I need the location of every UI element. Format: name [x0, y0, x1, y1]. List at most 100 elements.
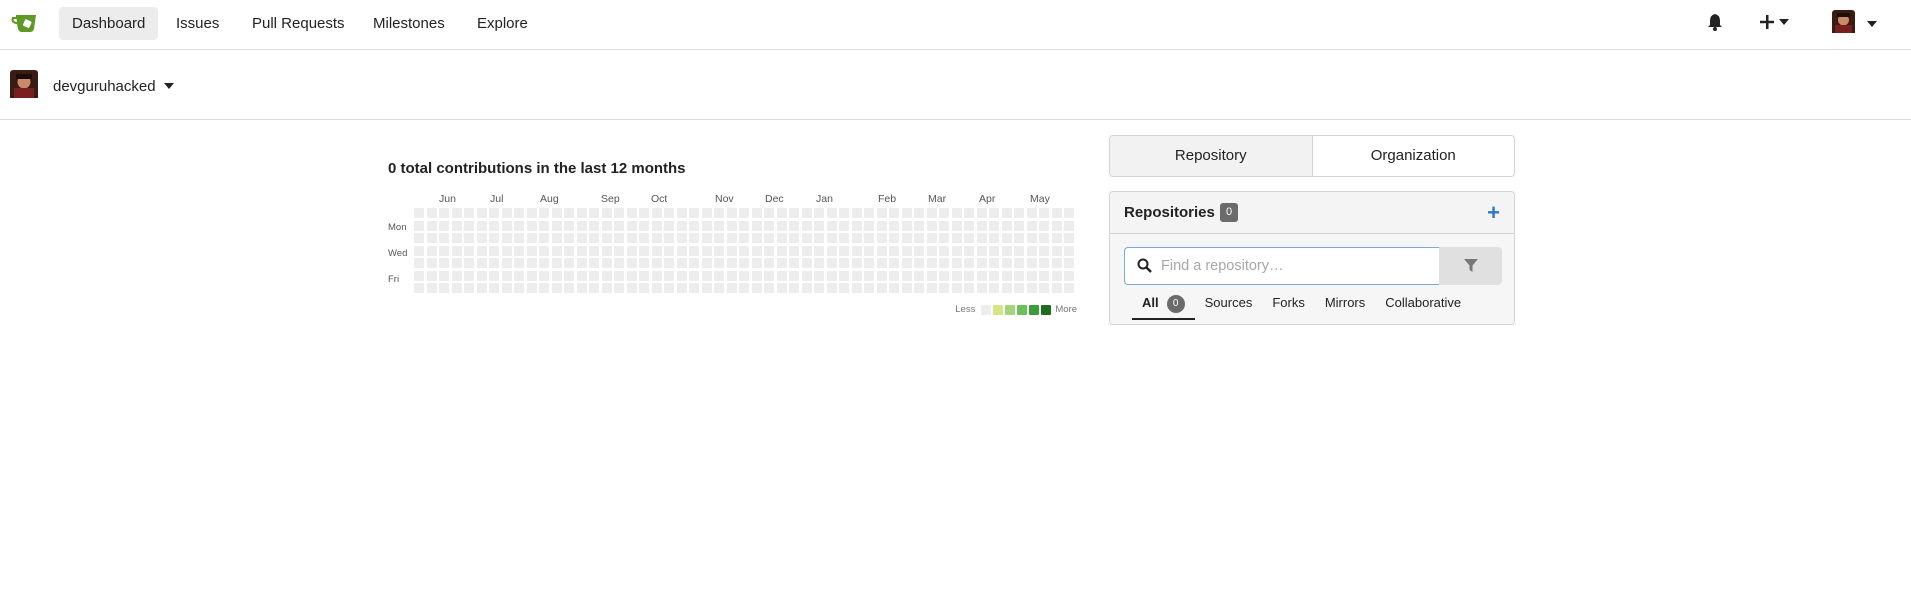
heatmap-cell	[1026, 258, 1037, 268]
heatmap-cell	[676, 270, 687, 281]
heatmap-cell	[501, 245, 512, 256]
heatmap-cell	[514, 245, 524, 256]
heatmap-cell	[689, 283, 699, 293]
heatmap-cell	[701, 245, 712, 256]
heatmap-cell	[764, 258, 774, 268]
heatmap-cell	[564, 270, 574, 281]
heatmap-cell	[489, 245, 499, 256]
heatmap-cell	[789, 245, 799, 256]
repo-filter-button[interactable]	[1439, 247, 1502, 285]
heatmap-cell	[939, 283, 949, 293]
tab-repository[interactable]: Repository	[1110, 136, 1313, 176]
heatmap-cell	[576, 245, 587, 256]
heatmap-cell	[926, 258, 937, 268]
heatmap-cell	[826, 208, 837, 218]
heatmap-cell	[939, 233, 949, 243]
heatmap-cell	[476, 208, 487, 218]
contribution-heatmap: Jun Jul Aug Sep Oct Nov Dec Jan Feb Mar …	[386, 190, 1081, 320]
heatmap-cell	[476, 258, 487, 268]
heatmap-cell	[726, 245, 737, 256]
repo-tab-sources[interactable]: Sources	[1195, 292, 1263, 320]
legend-less: Less	[955, 304, 976, 315]
nav-issues[interactable]: Issues	[163, 7, 232, 40]
heatmap-cell	[964, 208, 974, 218]
repositories-title: Repositories	[1124, 204, 1215, 221]
heatmap-cell	[939, 220, 949, 231]
nav-explore[interactable]: Explore	[464, 7, 541, 40]
repo-search-input[interactable]	[1161, 248, 1431, 284]
repo-tab-collaborative[interactable]: Collaborative	[1375, 292, 1471, 320]
heatmap-cell	[864, 258, 874, 268]
heatmap-cell	[726, 258, 737, 268]
avatar	[1832, 10, 1855, 37]
heatmap-cell	[489, 258, 499, 268]
context-user-switcher[interactable]: devguruhacked	[10, 70, 174, 102]
heatmap-cell	[1051, 233, 1062, 243]
user-menu[interactable]	[1832, 10, 1877, 37]
heatmap-cell	[751, 258, 762, 268]
heatmap-cell	[701, 220, 712, 231]
heatmap-cell	[639, 233, 649, 243]
heatmap-cell	[601, 270, 612, 281]
heatmap-cell	[751, 220, 762, 231]
bell-icon[interactable]	[1707, 13, 1723, 35]
contributions-title: 0 total contributions in the last 12 mon…	[388, 160, 686, 177]
heatmap-cell	[476, 283, 487, 293]
heatmap-cell	[789, 220, 799, 231]
heatmap-cell	[551, 220, 562, 231]
heatmap-cell	[639, 283, 649, 293]
heatmap-cell	[851, 233, 862, 243]
gitea-logo-icon[interactable]	[10, 11, 42, 35]
day-label: Wed	[388, 248, 408, 259]
heatmap-cell	[589, 220, 599, 231]
heatmap-cell	[1014, 283, 1024, 293]
tab-organization[interactable]: Organization	[1313, 136, 1515, 176]
heatmap-cell	[664, 208, 674, 218]
heatmap-cell	[489, 270, 499, 281]
nav-dashboard[interactable]: Dashboard	[59, 7, 159, 40]
new-repository-button[interactable]: +	[1487, 200, 1500, 226]
heatmap-cell	[939, 245, 949, 256]
heatmap-cell	[826, 233, 837, 243]
heatmap-cell	[676, 245, 687, 256]
heatmap-cell	[689, 208, 699, 218]
heatmap-cell	[951, 283, 962, 293]
heatmap-cell	[1014, 270, 1024, 281]
heatmap-cell	[526, 208, 537, 218]
heatmap-cell	[501, 208, 512, 218]
heatmap-cell	[1039, 208, 1049, 218]
heatmap-cell	[1026, 208, 1037, 218]
nav-pull-requests[interactable]: Pull Requests	[239, 7, 358, 40]
month-label: Feb	[878, 193, 897, 205]
heatmap-cell	[651, 245, 662, 256]
heatmap-cell	[651, 270, 662, 281]
heatmap-cell	[776, 220, 787, 231]
heatmap-cell	[489, 283, 499, 293]
heatmap-cell	[676, 233, 687, 243]
heatmap-cell	[689, 270, 699, 281]
nav-milestones[interactable]: Milestones	[360, 7, 458, 40]
create-menu[interactable]	[1760, 15, 1789, 29]
legend-more: More	[1055, 304, 1077, 315]
repo-tab-all[interactable]: All 0	[1132, 292, 1195, 320]
heatmap-cell	[514, 283, 524, 293]
heatmap-cell	[1051, 245, 1062, 256]
heatmap-cell	[639, 258, 649, 268]
heatmap-cell	[576, 258, 587, 268]
heatmap-cell	[576, 233, 587, 243]
heatmap-cell	[726, 233, 737, 243]
repo-tab-forks[interactable]: Forks	[1262, 292, 1315, 320]
heatmap-cell	[964, 233, 974, 243]
heatmap-cell	[739, 233, 749, 243]
heatmap-cell	[451, 258, 462, 268]
heatmap-cell	[501, 283, 512, 293]
heatmap-cell	[939, 208, 949, 218]
heatmap-cell	[514, 220, 524, 231]
heatmap-cell	[1039, 220, 1049, 231]
heatmap-cell	[676, 283, 687, 293]
heatmap-cell	[901, 208, 912, 218]
repo-tab-mirrors[interactable]: Mirrors	[1315, 292, 1375, 320]
heatmap-cell	[789, 208, 799, 218]
heatmap-cell	[926, 270, 937, 281]
heatmap-cell	[814, 220, 824, 231]
